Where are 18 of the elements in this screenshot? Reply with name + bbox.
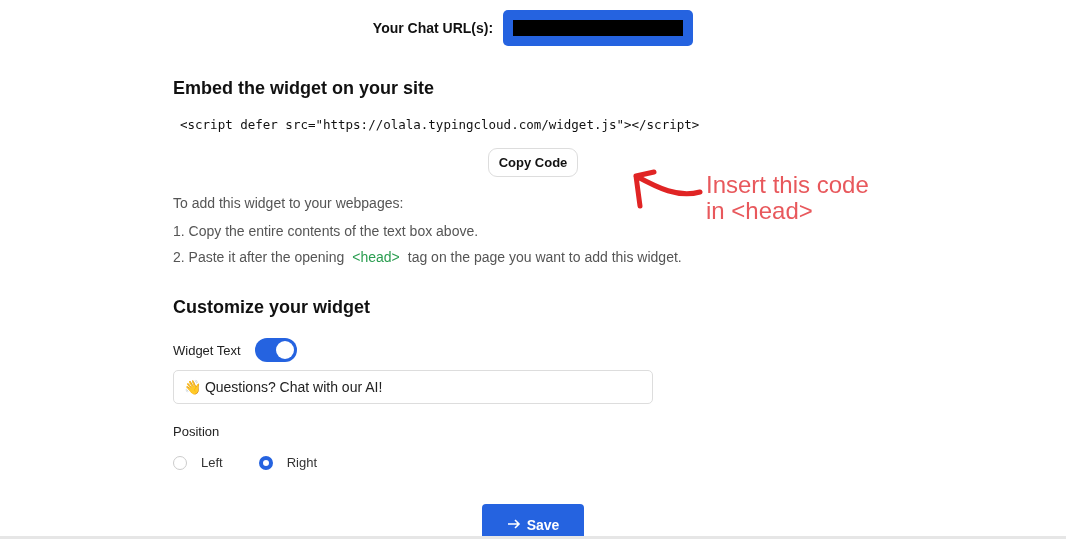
url-label: Your Chat URL(s): xyxy=(372,20,494,36)
instruction-step: 1. Copy the entire contents of the text box above. xyxy=(173,223,479,239)
url-button[interactable] xyxy=(503,10,694,46)
embed-code: <script defer src="https://olala.typingcloud.com/widget.js"></script> xyxy=(180,117,700,132)
radio-label: Left xyxy=(201,455,223,470)
widget-text-toggle[interactable] xyxy=(254,338,297,362)
copy-code-button[interactable]: Copy Code xyxy=(487,148,579,177)
widget-text-label: Widget Text xyxy=(173,342,241,358)
widget-text-field[interactable]: 👋 Questions? Chat with our AI! xyxy=(173,370,653,404)
instructions-intro: To add this widget to your webpages: xyxy=(173,195,404,211)
annotation-note: Insert this code in <head> xyxy=(706,172,869,224)
instruction-step: 2. Paste it after the opening <head> tag on the page you want to add this widget. xyxy=(173,249,682,265)
arrow-right-icon xyxy=(506,517,521,531)
section-heading: Embed the widget on your site xyxy=(173,78,436,99)
radio-button[interactable] xyxy=(258,455,273,470)
radio-label: Right xyxy=(286,455,318,470)
section-heading: Customize your widget xyxy=(173,297,371,318)
position-label: Position xyxy=(173,424,221,439)
